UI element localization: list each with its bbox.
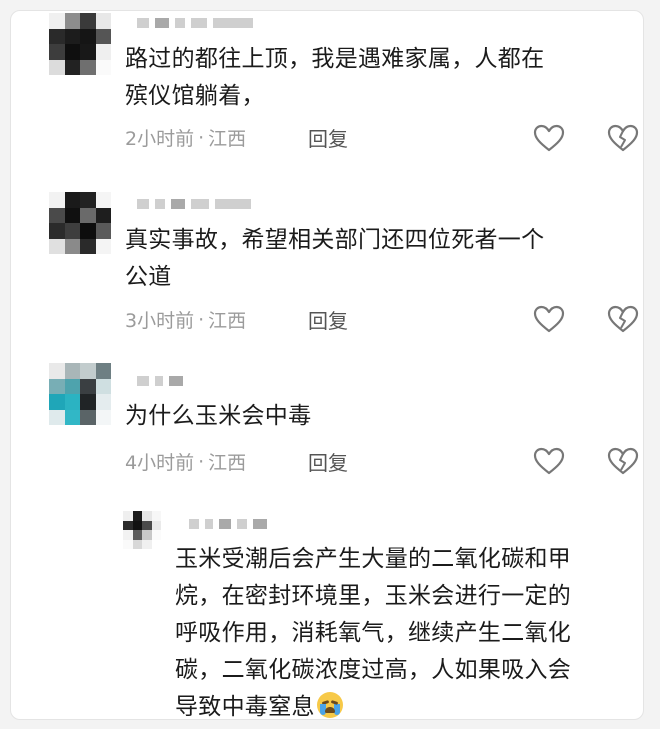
comment-region: 江西 [208,452,247,474]
comment-text-line: 公道 [125,264,172,290]
avatar[interactable] [123,511,161,549]
meta-separator: · [198,450,205,473]
meta-separator: · [198,308,205,331]
crying-face-emoji [316,692,343,718]
heart-outline-icon [533,447,565,475]
comment-meta: 2小时前 · 江西 [125,124,246,151]
username-blurred[interactable] [137,196,251,212]
dislike-button[interactable] [606,446,640,476]
meta-separator: · [198,126,205,149]
broken-heart-icon [607,124,639,152]
reply-text-line: 玉米受潮后会产生大量的二氧化碳和甲 [175,546,572,572]
reply-button[interactable]: 回复 [308,305,348,334]
username-blurred[interactable] [189,516,267,532]
comment-meta: 4小时前 · 江西 [125,448,246,475]
avatar[interactable] [49,192,111,254]
like-button[interactable] [532,304,566,334]
comment-text: 路过的都往上顶，我是遇难家属，人都在 殡仪馆躺着， [125,41,544,115]
like-button[interactable] [532,123,566,153]
comment-time: 2小时前 [125,128,195,150]
avatar[interactable] [49,13,111,75]
reply-text-line: 呼吸作用，消耗氧气，继续产生二氧化 [175,620,572,646]
heart-outline-icon [533,124,565,152]
broken-heart-icon [607,305,639,333]
reply-button[interactable]: 回复 [308,123,348,152]
reply-text-line: 碳，二氧化碳浓度过高，人如果吸入会 [175,657,572,683]
reply-text-line: 导致中毒窒息 [175,694,315,720]
reply-text-line: 烷，在密封环境里，玉米会进行一定的 [175,583,572,609]
username-blurred[interactable] [137,373,183,389]
reply-button[interactable]: 回复 [308,447,348,476]
comment-region: 江西 [208,310,247,332]
broken-heart-icon [607,447,639,475]
comment-meta: 3小时前 · 江西 [125,306,246,333]
comment-text-line: 为什么玉米会中毒 [125,403,312,429]
reply-text: 玉米受潮后会产生大量的二氧化碳和甲 烷，在密封环境里，玉米会进行一定的 呼吸作用… [175,541,572,720]
heart-outline-icon [533,305,565,333]
comment-text-line: 真实事故，希望相关部门还四位死者一个 [125,227,545,253]
like-button[interactable] [532,446,566,476]
comment-text-line: 路过的都往上顶，我是遇难家属，人都在 [125,46,545,72]
avatar[interactable] [49,363,111,425]
comment-panel: 路过的都往上顶，我是遇难家属，人都在 殡仪馆躺着， 2小时前 · 江西 回复 真… [10,10,644,720]
username-blurred[interactable] [137,15,253,31]
dislike-button[interactable] [606,123,640,153]
comment-region: 江西 [208,128,247,150]
comment-time: 3小时前 [125,310,195,332]
comment-text: 为什么玉米会中毒 [125,398,311,435]
comment-text: 真实事故，希望相关部门还四位死者一个 公道 [125,222,544,296]
comment-text-line: 殡仪馆躺着， [125,83,265,109]
dislike-button[interactable] [606,304,640,334]
comment-time: 4小时前 [125,452,195,474]
